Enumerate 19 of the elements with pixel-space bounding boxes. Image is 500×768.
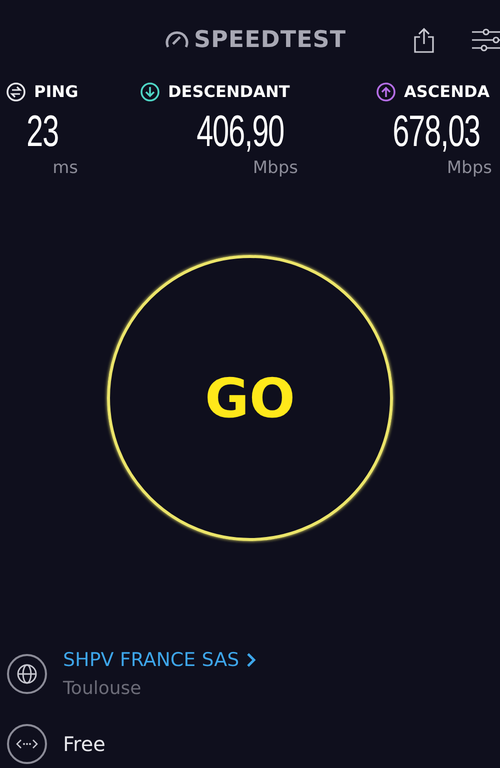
server-name[interactable]: SHPV FRANCE SAS bbox=[63, 646, 240, 674]
chevron-icon[interactable] bbox=[247, 653, 256, 668]
server-location: Toulouse bbox=[63, 676, 142, 700]
metric-label: PING bbox=[34, 81, 78, 103]
connection-icon bbox=[7, 724, 47, 764]
metric-unit: ms bbox=[52, 158, 78, 178]
settings-icon[interactable] bbox=[472, 28, 500, 52]
metric-value: 678,03 bbox=[392, 110, 480, 154]
metric-unit: Mbps bbox=[446, 158, 492, 178]
provider-name: Free bbox=[63, 730, 106, 758]
globe-icon bbox=[7, 654, 47, 694]
app-logo: SPEEDTEST bbox=[194, 26, 346, 55]
share-icon[interactable] bbox=[413, 27, 435, 53]
metric-value: 23 bbox=[26, 110, 58, 154]
go-button[interactable]: GO bbox=[107, 255, 393, 541]
metric-label: DESCENDANT bbox=[168, 81, 290, 103]
metric-unit: Mbps bbox=[252, 158, 298, 178]
metric-value: 406,90 bbox=[196, 110, 284, 154]
metric-label: ASCENDA bbox=[404, 81, 490, 103]
